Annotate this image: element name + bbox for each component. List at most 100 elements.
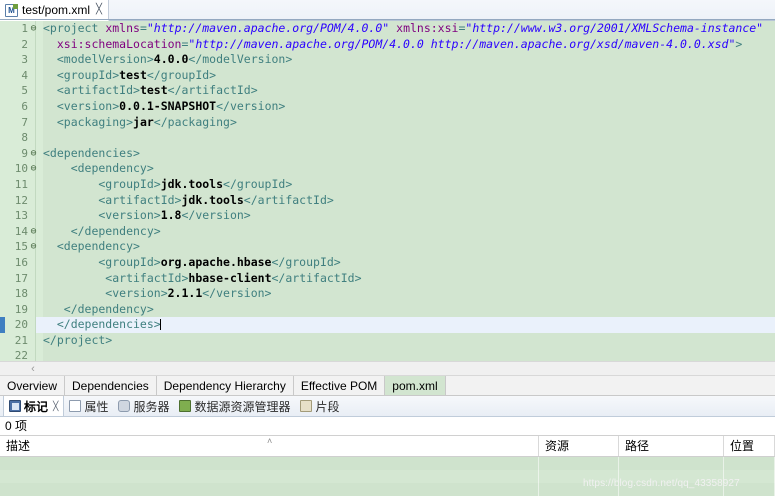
code-token: org.apache.hbase [160, 254, 272, 269]
code-line[interactable]: 14 ⊖ </dependency> [0, 224, 775, 240]
fold-collapse-icon[interactable]: ⊖ [29, 146, 38, 162]
line-number: 7 [21, 115, 28, 129]
pom-page-tab-effective-pom[interactable]: Effective POM [293, 376, 386, 395]
code-line[interactable]: 13 <version>1.8</version> [0, 208, 775, 224]
view-tab-markers[interactable]: 标记 ╳ [3, 396, 65, 416]
code-line[interactable]: 8 [0, 130, 775, 146]
markers-table-header[interactable]: 描述 资源 路径 位置 [0, 436, 775, 457]
markers-column-header[interactable]: 路径 [619, 436, 724, 456]
markers-column-header[interactable]: 资源 [539, 436, 619, 456]
code-token: </dependency> [43, 223, 161, 238]
code-token: xmlns:xsi [396, 21, 459, 35]
pom-page-tab-label: Dependency Hierarchy [163, 378, 286, 393]
code-token: </project> [43, 332, 113, 347]
code-token: jar [133, 114, 154, 129]
code-token: <dependencies> [43, 145, 140, 160]
maven-pom-icon: M [5, 3, 18, 17]
markers-column-header-label: 位置 [730, 439, 755, 453]
close-icon[interactable]: ╳ [53, 401, 58, 412]
code-line[interactable]: 3 <modelVersion>4.0.0</modelVersion> [0, 52, 775, 68]
code-line[interactable]: 12 <artifactId>jdk.tools</artifactId> [0, 193, 775, 209]
code-token: test [139, 83, 168, 98]
code-line[interactable]: 10 ⊖ <dependency> [0, 161, 775, 177]
line-number: 6 [21, 99, 28, 113]
servers-icon [118, 400, 131, 412]
markers-column-header[interactable]: 位置 [724, 436, 775, 456]
fold-collapse-icon[interactable]: ⊖ [29, 21, 38, 37]
line-number: 17 [14, 271, 28, 285]
editor-horizontal-scrollbar[interactable]: ‹ [0, 361, 775, 376]
code-line-text: <artifactId>hbase-client</artifactId> [43, 271, 361, 287]
code-line[interactable]: 6 <version>0.0.1-SNAPSHOT</version> [0, 99, 775, 115]
markers-table-body[interactable] [0, 457, 775, 496]
view-tab-label: 数据源资源管理器 [194, 399, 291, 414]
code-line[interactable]: 7 <packaging>jar</packaging> [0, 115, 775, 131]
code-token: </version> [216, 98, 286, 113]
code-line-text: <dependency> [43, 161, 154, 177]
view-tab-props[interactable]: 属性 [64, 396, 113, 416]
text-caret [159, 319, 161, 331]
code-line-text: <artifactId>test</artifactId> [43, 83, 258, 99]
code-content[interactable]: 1 ⊖ <project xmlns="http://maven.apache.or… [0, 21, 775, 361]
code-line[interactable]: 18 <version>2.1.1</version> [0, 286, 775, 302]
code-token: <packaging> [43, 114, 134, 129]
code-token: > [735, 36, 743, 51]
line-number: 9 [21, 146, 28, 160]
pom-page-tab-dependencies[interactable]: Dependencies [65, 376, 157, 395]
code-line[interactable]: 22 [0, 348, 775, 361]
code-token: <dependency> [43, 239, 140, 254]
code-line[interactable]: 11 <groupId>jdk.tools</groupId> [0, 177, 775, 193]
table-cell [0, 483, 539, 496]
code-line-text: <version>1.8</version> [43, 208, 251, 224]
table-row[interactable] [0, 483, 775, 496]
sort-ascending-icon[interactable]: ˄ [267, 437, 272, 446]
props-icon [69, 400, 82, 412]
pom-page-tab-pom-xml[interactable]: pom.xml [385, 376, 446, 395]
code-token: </groupId> [271, 254, 341, 269]
code-line[interactable]: 19 </dependency> [0, 302, 775, 318]
fold-collapse-icon[interactable]: ⊖ [29, 224, 38, 240]
code-line[interactable]: 15 ⊖ <dependency> [0, 239, 775, 255]
view-tab-snippets[interactable]: 片段 [295, 396, 344, 416]
code-line[interactable]: 20 </dependencies> [0, 317, 775, 333]
editor-tab-pom-xml[interactable]: M test/pom.xml ╳ [0, 0, 110, 21]
code-token: <version> [43, 208, 161, 223]
code-line[interactable]: 9 ⊖ <dependencies> [0, 146, 775, 162]
view-tab-label: 片段 [315, 399, 340, 414]
code-line-text: <artifactId>jdk.tools</artifactId> [43, 193, 333, 209]
code-token: = [139, 21, 147, 35]
scroll-left-icon[interactable]: ‹ [26, 362, 40, 376]
table-cell [0, 470, 539, 483]
code-token: </version> [202, 286, 272, 301]
code-editor[interactable]: 1 ⊖ <project xmlns="http://maven.apache.or… [0, 21, 775, 361]
pom-page-tab-dependency-hierarchy[interactable]: Dependency Hierarchy [156, 376, 294, 395]
fold-collapse-icon[interactable]: ⊖ [29, 239, 38, 255]
table-row[interactable] [0, 470, 775, 483]
code-line-text: <project xmlns="http://maven.apache.org/… [43, 21, 763, 37]
view-tab-datasource[interactable]: 数据源资源管理器 [174, 396, 295, 416]
line-number: 19 [14, 302, 28, 316]
code-token: "http://maven.apache.org/POM/4.0.0" [146, 21, 390, 35]
view-tab-servers[interactable]: 服务器 [113, 396, 174, 416]
close-icon[interactable]: ╳ [96, 5, 102, 15]
eclipse-ide-window: M test/pom.xml ╳ 1 ⊖ <project xmlns="http:… [0, 0, 775, 500]
code-token: </version> [181, 208, 251, 223]
bottom-view-tabbar[interactable]: 标记 ╳ 属性 服务器 数据源资源管理器 片段 [0, 396, 775, 417]
fold-collapse-icon[interactable]: ⊖ [29, 161, 38, 177]
code-line[interactable]: 21 </project> [0, 333, 775, 349]
code-line[interactable]: 4 <groupId>test</groupId> [0, 68, 775, 84]
code-line[interactable]: 16 <groupId>org.apache.hbase</groupId> [0, 255, 775, 271]
code-line[interactable]: 2 xsi:schemaLocation="http://maven.apach… [0, 37, 775, 53]
code-line[interactable]: 5 <artifactId>test</artifactId> [0, 83, 775, 99]
code-line[interactable]: 1 ⊖ <project xmlns="http://maven.apache.or… [0, 21, 775, 37]
code-token: <groupId> [43, 176, 161, 191]
line-number: 3 [21, 53, 28, 67]
table-row[interactable] [0, 457, 775, 470]
pom-page-tab-overview[interactable]: Overview [0, 376, 66, 395]
line-number: 22 [14, 349, 28, 361]
editor-tab-label: test/pom.xml [22, 3, 91, 17]
line-number: 1 [21, 22, 28, 35]
code-line-text: <version>2.1.1</version> [43, 286, 272, 302]
code-line[interactable]: 17 <artifactId>hbase-client</artifactId> [0, 271, 775, 287]
pom-editor-page-tabs[interactable]: Overview Dependencies Dependency Hierarchy… [0, 376, 775, 396]
